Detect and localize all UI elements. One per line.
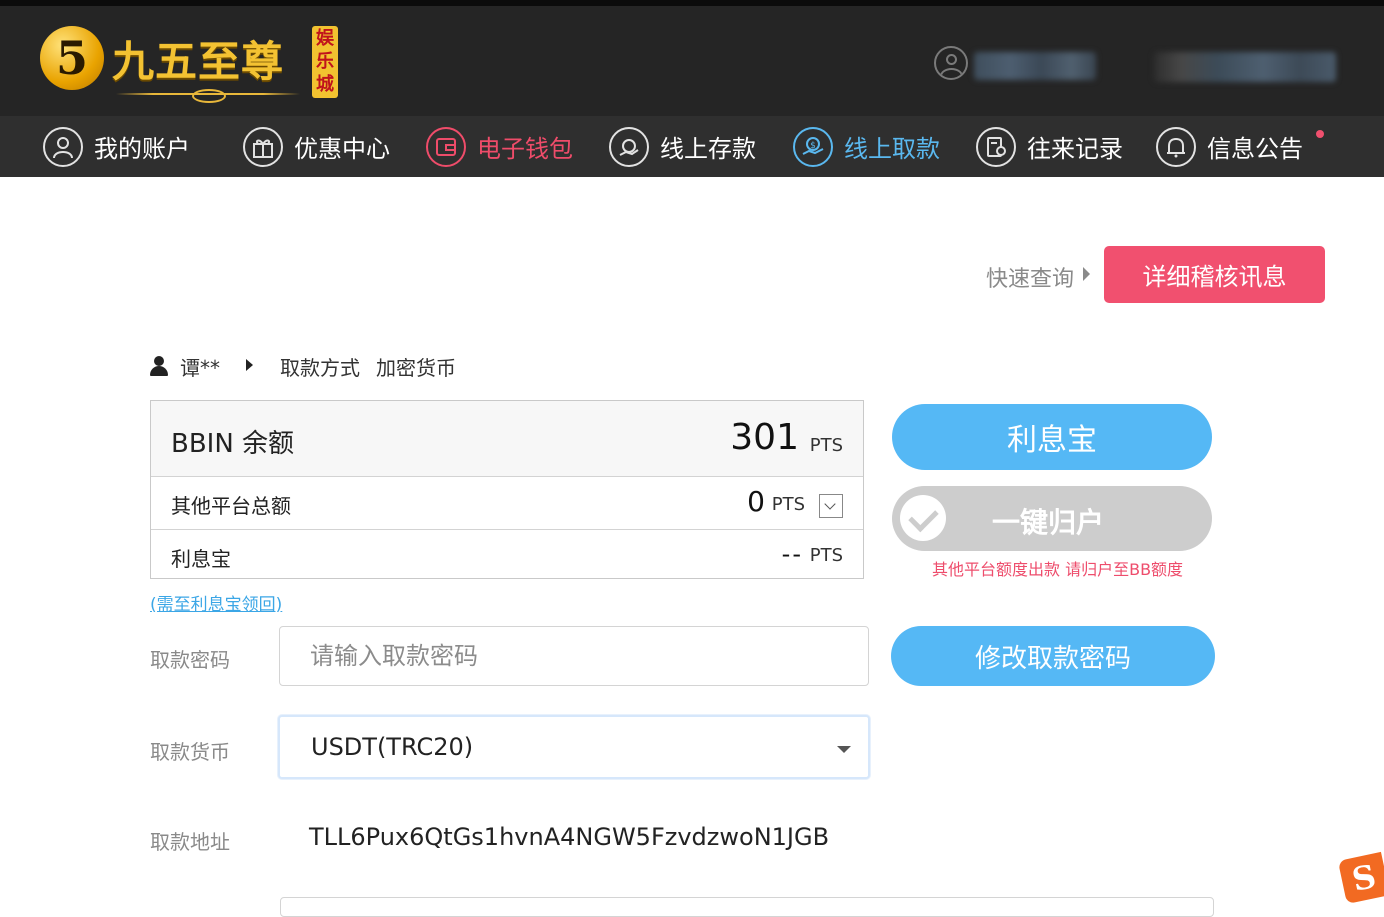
brand-name: 九五至尊 [112, 37, 285, 86]
check-icon [900, 495, 946, 541]
next-field-input[interactable] [280, 897, 1214, 917]
lixibao-amount: -- [781, 540, 803, 568]
address-label: 取款地址 [150, 830, 230, 854]
breadcrumb-method-label: 取款方式 [280, 356, 360, 380]
other-platform-amount: 0 [747, 485, 765, 518]
nav-label: 往来记录 [1027, 135, 1123, 163]
change-password-button[interactable]: 修改取款密码 [891, 626, 1215, 686]
person-icon [150, 356, 168, 376]
account-avatar-icon[interactable] [934, 46, 968, 80]
chevron-down-icon[interactable] [819, 494, 843, 518]
nav-label: 电子钱包 [477, 135, 573, 163]
balance-row-lixibao: 利息宝 -- PTS [151, 530, 863, 579]
one-key-transfer-note: 其他平台额度出款 请归户至BB额度 [932, 560, 1184, 579]
nav-e-wallet[interactable]: 电子钱包 [426, 116, 573, 177]
sogou-input-icon[interactable]: S [1337, 851, 1384, 905]
nav-transaction-records[interactable]: 往来记录 [976, 116, 1123, 177]
withdraw-icon: $ [793, 126, 833, 167]
bbin-balance-label: BBIN 余额 [171, 429, 295, 459]
breadcrumb-method-value: 加密货币 [376, 356, 456, 380]
account-info-redacted [1154, 52, 1336, 82]
nav-online-withdraw[interactable]: $ 线上取款 [793, 116, 940, 177]
caret-right-icon [246, 359, 253, 371]
password-label: 取款密码 [150, 648, 230, 672]
svg-text:$: $ [810, 141, 816, 151]
lixibao-button[interactable]: 利息宝 [892, 404, 1212, 470]
user-circle-icon [43, 126, 83, 167]
brand-badge: 娱乐城 [312, 26, 338, 98]
caret-right-icon [1083, 267, 1090, 281]
balance-table: BBIN 余额 301 PTS 其他平台总额 0 PTS 利息宝 -- PTS [150, 400, 864, 579]
logo-ornament [116, 89, 300, 103]
balance-unit: PTS [771, 494, 805, 515]
brand-logo[interactable]: 5 九五至尊 娱乐城 [40, 24, 340, 103]
currency-label: 取款货币 [150, 740, 230, 764]
wallet-icon [426, 126, 466, 167]
records-icon [976, 126, 1016, 167]
account-name-redacted [974, 52, 1096, 80]
logo-mark: 5 [40, 26, 104, 90]
nav-label: 我的账户 [94, 135, 190, 163]
withdraw-password-input[interactable] [279, 626, 869, 686]
currency-selected-value: USDT(TRC20) [311, 733, 474, 761]
nav-promotions[interactable]: 优惠中心 [243, 116, 390, 177]
nav-online-deposit[interactable]: 线上存款 [609, 116, 756, 177]
nav-my-account[interactable]: 我的账户 [43, 116, 190, 177]
bbin-balance-amount: 301 [730, 417, 799, 458]
other-platform-label: 其他平台总额 [171, 494, 291, 518]
quick-query-link[interactable]: 快速查询 [986, 261, 1074, 293]
bell-icon [1156, 126, 1196, 167]
nav-label: 信息公告 [1207, 135, 1303, 163]
nav-label: 优惠中心 [294, 135, 390, 163]
audit-details-button[interactable]: 详细稽核讯息 [1104, 246, 1325, 303]
nav-label: 线上存款 [660, 135, 756, 163]
deposit-icon [609, 126, 649, 167]
caret-down-icon [837, 746, 851, 753]
unread-dot [1316, 130, 1324, 138]
nav-announcements[interactable]: 信息公告 [1156, 116, 1303, 177]
site-header: 5 九五至尊 娱乐城 [0, 6, 1384, 116]
currency-select[interactable]: USDT(TRC20) [278, 715, 870, 779]
balance-row-other: 其他平台总额 0 PTS [151, 477, 863, 530]
nav-label: 线上取款 [844, 135, 940, 163]
collect-from-lixibao-link[interactable]: (需至利息宝领回) [150, 590, 282, 615]
breadcrumb-user-name: 谭** [180, 356, 220, 380]
balance-unit: PTS [809, 545, 843, 566]
one-key-transfer-label: 一键归户 [992, 506, 1105, 539]
balance-row-bbin: BBIN 余额 301 PTS [151, 401, 863, 477]
withdraw-address-value: TLL6Pux6QtGs1hvnA4NGW5FzvdzwoN1JGB [309, 823, 830, 851]
main-nav: 我的账户 优惠中心 电子钱包 线上存款 $ 线上取款 往来记录 信息公告 [0, 116, 1384, 177]
one-key-transfer-button[interactable]: 一键归户 [892, 486, 1212, 551]
lixibao-label: 利息宝 [171, 547, 231, 571]
gift-icon [243, 126, 283, 167]
balance-unit: PTS [809, 435, 843, 456]
